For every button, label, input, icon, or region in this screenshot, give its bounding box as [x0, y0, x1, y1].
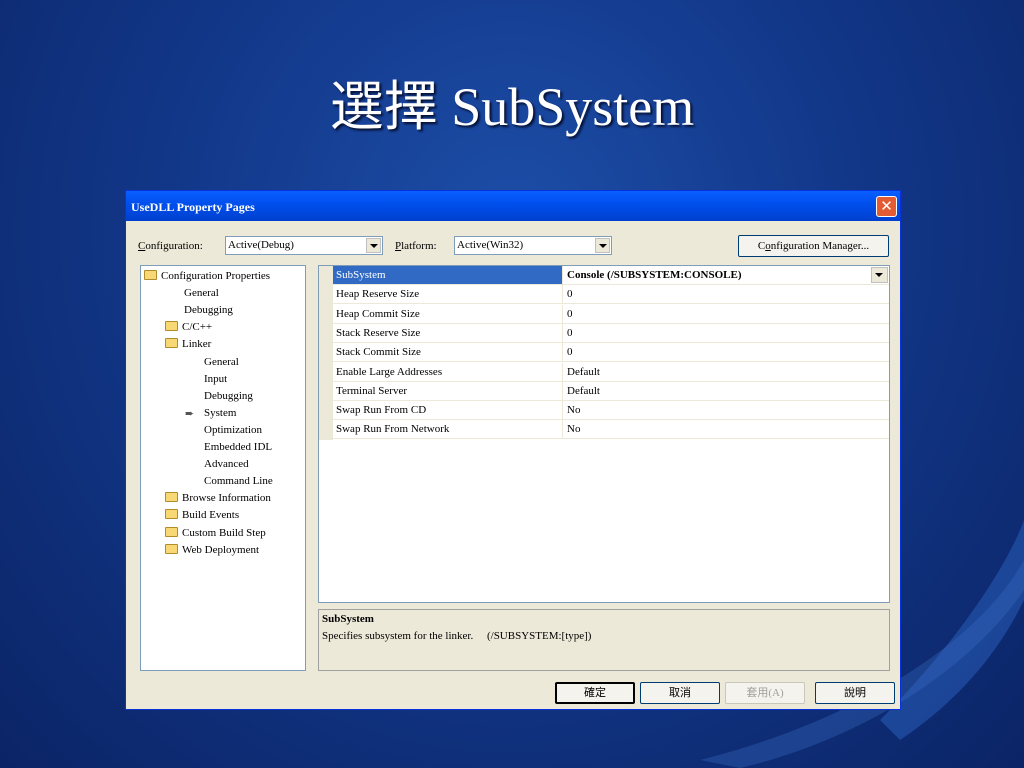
property-name: Enable Large Addresses: [333, 362, 563, 381]
property-name: Swap Run From CD: [333, 401, 563, 420]
apply-button[interactable]: 套用(A): [725, 682, 805, 704]
property-row[interactable]: Stack Reserve Size 0: [333, 323, 889, 343]
cancel-button[interactable]: 取消: [640, 682, 720, 704]
property-row[interactable]: Swap Run From Network No: [333, 420, 889, 440]
close-button[interactable]: ✕: [876, 196, 897, 217]
tree-item-browse-information[interactable]: Browse Information: [165, 492, 271, 504]
property-name: Stack Reserve Size: [333, 323, 563, 342]
property-row[interactable]: Terminal Server Default: [333, 381, 889, 401]
tree-item-linker[interactable]: Linker: [165, 338, 211, 350]
description-title: SubSystem: [322, 613, 374, 625]
tree-item-configuration-properties[interactable]: Configuration Properties: [144, 270, 270, 282]
property-row[interactable]: Stack Commit Size 0: [333, 343, 889, 363]
dialog-titlebar[interactable]: UseDLL Property Pages ✕: [126, 191, 900, 221]
chevron-down-icon[interactable]: [366, 238, 381, 253]
property-value[interactable]: No: [564, 420, 889, 438]
folder-open-icon: [165, 338, 178, 349]
tree-item-label: Custom Build Step: [182, 526, 266, 539]
property-name: Heap Reserve Size: [333, 285, 563, 304]
tree-item-label: Debugging: [204, 389, 253, 402]
configuration-value: Active(Debug): [228, 239, 294, 251]
configuration-select[interactable]: Active(Debug): [225, 236, 383, 255]
tree-item-system[interactable]: ➨ System: [185, 406, 237, 420]
property-value[interactable]: Console (/SUBSYSTEM:CONSOLE): [564, 266, 889, 284]
property-name: Swap Run From Network: [333, 420, 563, 439]
tree-item-label: Embedded IDL: [204, 441, 273, 453]
tree-item-label: Linker: [182, 338, 212, 351]
property-value[interactable]: Default: [564, 382, 889, 400]
tree-item-c-c-[interactable]: C/C++: [165, 321, 212, 333]
property-row[interactable]: Heap Commit Size 0: [333, 304, 889, 324]
property-value[interactable]: Default: [564, 363, 889, 381]
folder-icon: [165, 492, 178, 503]
slide-title: 選擇 SubSystem: [329, 77, 695, 137]
property-value[interactable]: 0: [564, 343, 889, 361]
folder-icon: [165, 321, 178, 332]
property-grid[interactable]: SubSystem Console (/SUBSYSTEM:CONSOLE) Hea…: [318, 265, 890, 603]
property-value[interactable]: 0: [564, 285, 889, 303]
description-text: Specifies subsystem for the linker. (/SU…: [322, 630, 592, 642]
tree-item-debugging[interactable]: Debugging: [204, 390, 253, 402]
tree-item-label: Input: [204, 372, 228, 385]
tree-item-label: General: [204, 355, 239, 368]
chevron-down-icon[interactable]: [871, 267, 888, 283]
platform-select[interactable]: Active(Win32): [454, 236, 612, 255]
tree-item-embedded-idl[interactable]: Embedded IDL: [204, 441, 272, 453]
folder-icon: [165, 509, 178, 520]
tree-item-optimization[interactable]: Optimization: [204, 424, 262, 436]
chevron-down-icon[interactable]: [595, 238, 610, 253]
property-value[interactable]: 0: [564, 305, 889, 323]
tree-item-custom-build-step[interactable]: Custom Build Step: [165, 526, 266, 539]
tree-item-label: General: [184, 287, 219, 300]
arrow-icon: ➨: [185, 407, 195, 420]
tree-item-label: Browse Information: [182, 492, 271, 505]
grid-gutter: [319, 266, 333, 440]
configuration-manager-button[interactable]: Configuration Manager...: [738, 235, 889, 257]
tree-item-general[interactable]: General: [184, 287, 219, 299]
tree-item-label: Web Deployment: [182, 543, 260, 556]
tree-item-label: C/C++: [182, 321, 213, 334]
ok-button[interactable]: 確定: [555, 682, 635, 704]
configuration-label: Configuration:: [138, 240, 203, 252]
property-row[interactable]: Heap Reserve Size 0: [333, 285, 889, 305]
description-panel: SubSystem Specifies subsystem for the li…: [318, 609, 890, 671]
tree-item-build-events[interactable]: Build Events: [165, 509, 239, 521]
property-pages-dialog: UseDLL Property Pages ✕ Configuration: A…: [125, 190, 901, 710]
platform-label: Platform:: [395, 240, 437, 252]
property-name: SubSystem: [333, 266, 563, 284]
folder-icon: [165, 526, 178, 537]
close-icon: ✕: [880, 197, 893, 215]
property-name: Stack Commit Size: [333, 343, 563, 362]
property-row[interactable]: SubSystem Console (/SUBSYSTEM:CONSOLE): [333, 266, 889, 285]
tree-item-label: System: [204, 406, 237, 419]
tree-item-web-deployment[interactable]: Web Deployment: [165, 543, 260, 556]
folder-open-icon: [144, 270, 157, 280]
tree-item-advanced[interactable]: Advanced: [204, 458, 249, 470]
platform-value: Active(Win32): [457, 239, 524, 251]
property-value[interactable]: 0: [564, 324, 889, 342]
dialog-title: UseDLL Property Pages: [131, 200, 255, 214]
tree-item-label: Advanced: [204, 458, 249, 471]
property-name: Terminal Server: [333, 381, 563, 400]
help-button[interactable]: 說明: [815, 682, 895, 704]
property-tree[interactable]: Configuration Properties General Debugging…: [140, 265, 306, 671]
tree-item-input[interactable]: Input: [204, 373, 227, 385]
property-row[interactable]: Enable Large Addresses Default: [333, 362, 889, 382]
tree-item-label: Configuration Properties: [161, 270, 271, 282]
property-value[interactable]: No: [564, 401, 889, 419]
tree-item-label: Command Line: [204, 475, 273, 488]
tree-item-command-line[interactable]: Command Line: [204, 475, 273, 487]
tree-item-label: Optimization: [204, 423, 263, 436]
property-name: Heap Commit Size: [333, 304, 563, 323]
tree-item-debugging[interactable]: Debugging: [184, 304, 233, 316]
tree-item-label: Debugging: [184, 304, 233, 317]
tree-item-label: Build Events: [182, 509, 240, 522]
property-row[interactable]: Swap Run From CD No: [333, 401, 889, 421]
tree-item-general[interactable]: General: [204, 356, 239, 368]
folder-icon: [165, 543, 178, 554]
